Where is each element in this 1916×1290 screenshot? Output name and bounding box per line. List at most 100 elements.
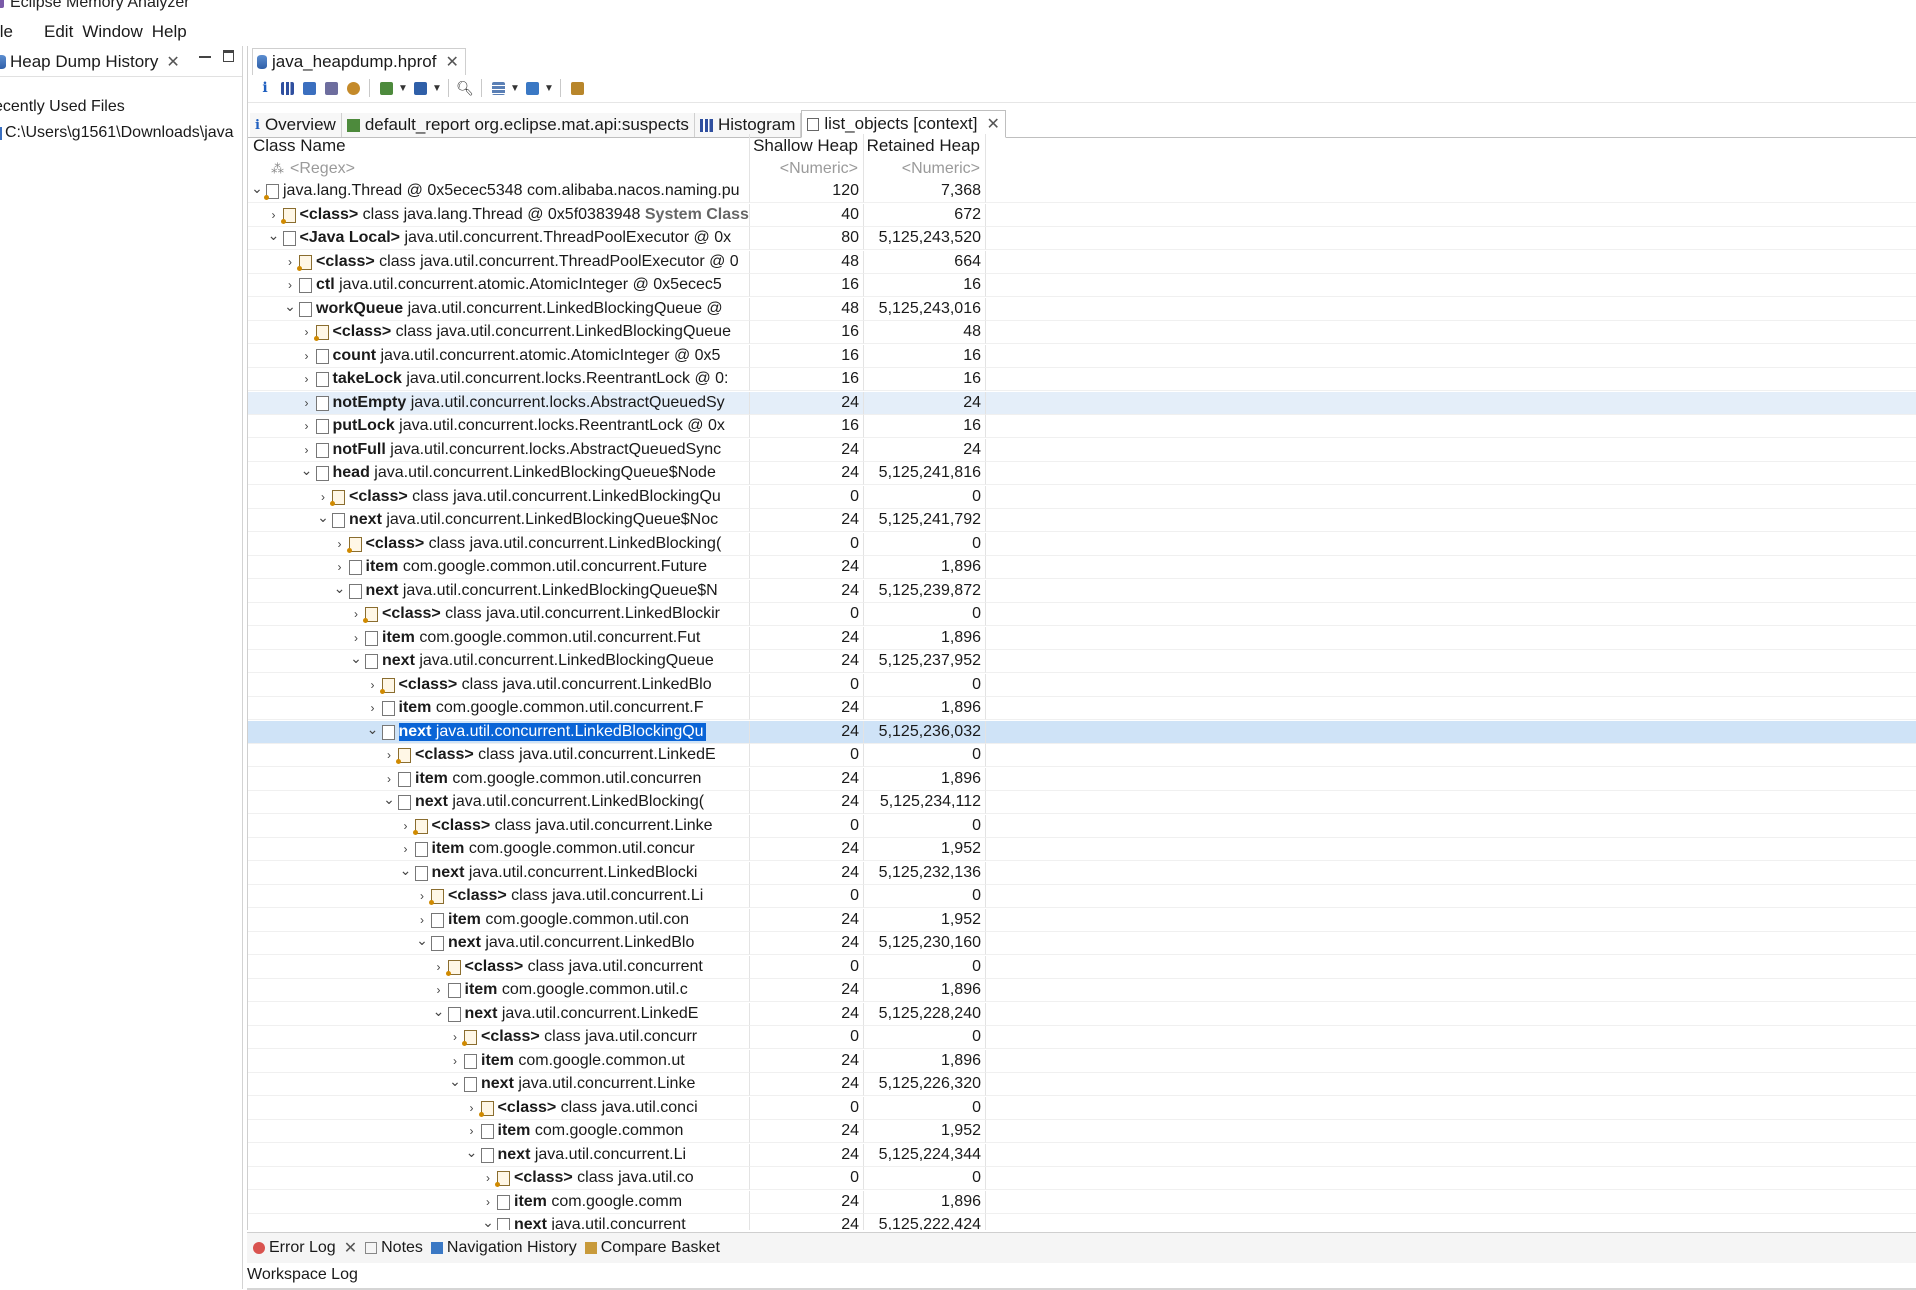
overview-button[interactable]: i [254,77,276,99]
run-report-dropdown[interactable]: ▼ [397,83,409,94]
chevron-right-icon[interactable]: › [333,560,347,574]
table-row[interactable]: › <class> class java.util.concurrent.Link… [248,674,1916,697]
table-row[interactable]: › notFull java.util.concurrent.locks.Abst… [248,439,1916,462]
table-row[interactable]: › <class> class java.lang.Thread @ 0x5f03… [248,204,1916,227]
table-row[interactable]: › item com.google.common.util.concur 24 1,9… [248,838,1916,861]
table-row[interactable]: › <class> class java.util.concurrent.Link… [248,533,1916,556]
column-header-shallow-heap[interactable]: Shallow Heap [750,134,864,158]
table-row[interactable]: › ctl java.util.concurrent.atomic.AtomicI… [248,274,1916,297]
chevron-right-icon[interactable]: › [300,372,314,386]
table-row[interactable]: › <class> class java.util.concurrent.Link… [248,321,1916,344]
table-row[interactable]: › <class> class java.util.concurr 0 0 [248,1026,1916,1049]
export-button[interactable] [521,77,543,99]
chevron-right-icon[interactable]: › [465,1101,479,1115]
table-row[interactable]: › <class> class java.util.concurrent.Link… [248,603,1916,626]
table-row[interactable]: ⌄ next java.util.concurrent.LinkedBlockin… [248,580,1916,603]
table-row[interactable]: › <class> class java.util.concurrent.Thre… [248,251,1916,274]
table-row[interactable]: ⌄ <Java Local> java.util.concurrent.Threa… [248,227,1916,250]
chevron-right-icon[interactable]: › [448,1030,462,1044]
table-row[interactable]: › <class> class java.util.concurrent.Link… [248,815,1916,838]
chevron-down-icon[interactable]: ⌄ [300,462,314,479]
query-browser-dropdown[interactable]: ▼ [431,83,443,94]
chevron-right-icon[interactable]: › [481,1171,495,1185]
table-row[interactable]: › count java.util.concurrent.atomic.Atomi… [248,345,1916,368]
dominator-tree-button[interactable] [298,77,320,99]
table-row[interactable]: ⌄ next java.util.concurrent.Li 24 5,125,224… [248,1144,1916,1167]
table-row[interactable]: › <class> class java.util.concurrent 0 0 [248,956,1916,979]
chevron-right-icon[interactable]: › [366,678,380,692]
recent-file-item[interactable]: C:\Users\g1561\Downloads\java [0,124,242,142]
table-row[interactable]: › <class> class java.util.co 0 0 [248,1167,1916,1190]
chevron-right-icon[interactable]: › [382,748,396,762]
table-row[interactable]: ⌄ next java.util.concurrent.LinkedBlockin… [248,721,1916,744]
maximize-icon[interactable] [223,50,234,62]
close-icon[interactable]: ✕ [986,114,999,134]
chevron-right-icon[interactable]: › [399,842,413,856]
table-row[interactable]: › <class> class java.util.conci 0 0 [248,1097,1916,1120]
chevron-right-icon[interactable]: › [267,208,281,222]
chevron-down-icon[interactable]: ⌄ [349,650,363,667]
table-row[interactable]: › <class> class java.util.concurrent.Link… [248,744,1916,767]
query-browser-button[interactable] [409,77,431,99]
chevron-right-icon[interactable]: › [300,396,314,410]
chevron-down-icon[interactable]: ⌄ [399,862,413,879]
chevron-right-icon[interactable]: › [300,419,314,433]
chevron-right-icon[interactable]: › [415,913,429,927]
chevron-right-icon[interactable]: › [481,1195,495,1209]
chevron-right-icon[interactable]: › [300,325,314,339]
table-row[interactable]: ⌄ next java.util.concurrent.LinkedBlockin… [248,650,1916,673]
chevron-down-icon[interactable]: ⌄ [465,1144,479,1161]
chevron-right-icon[interactable]: › [283,278,297,292]
tab-compare-basket[interactable]: Compare Basket [583,1239,726,1257]
chevron-down-icon[interactable]: ⌄ [316,509,330,526]
minimize-icon[interactable] [199,50,211,58]
chevron-right-icon[interactable]: › [432,960,446,974]
chevron-right-icon[interactable]: › [432,983,446,997]
chevron-down-icon[interactable]: ⌄ [267,227,281,244]
table-row[interactable]: › <class> class java.util.concurrent.Link… [248,486,1916,509]
table-row[interactable]: ⌄ head java.util.concurrent.LinkedBlockin… [248,462,1916,485]
chevron-down-icon[interactable]: ⌄ [283,298,297,315]
tab-heap-dump-history[interactable]: Heap Dump History ✕ [0,49,180,75]
chevron-right-icon[interactable]: › [448,1054,462,1068]
table-row[interactable]: ⌄ next java.util.concurrent.Linke 24 5,125,… [248,1073,1916,1096]
table-row[interactable]: › item com.google.common.util.con 24 1,952 [248,909,1916,932]
table-row[interactable]: ⌄ java.lang.Thread @ 0x5ecec5348 com.alib… [248,180,1916,203]
chevron-down-icon[interactable]: ⌄ [333,580,347,597]
chevron-right-icon[interactable]: › [465,1124,479,1138]
run-report-button[interactable] [375,77,397,99]
chevron-right-icon[interactable]: › [300,443,314,457]
tab-notes[interactable]: Notes [363,1239,429,1257]
tab-error-log[interactable]: Error Log ✕ [251,1238,363,1258]
column-header-class-name[interactable]: Class Name [248,134,750,158]
table-row[interactable]: ⌄ next java.util.concurrent.LinkedBlockin… [248,509,1916,532]
chevron-right-icon[interactable]: › [399,819,413,833]
chevron-down-icon[interactable]: ⌄ [382,791,396,808]
chevron-right-icon[interactable]: › [283,255,297,269]
class-name-filter[interactable]: ⁂ <Regex> [248,158,750,180]
table-row[interactable]: ⌄ workQueue java.util.concurrent.LinkedBl… [248,298,1916,321]
table-row[interactable]: ⌄ next java.util.concurrent.LinkedE 24 5,12… [248,1003,1916,1026]
chevron-down-icon[interactable]: ⌄ [448,1073,462,1090]
table-row[interactable]: › notEmpty java.util.concurrent.locks.Abs… [248,392,1916,415]
chevron-down-icon[interactable]: ⌄ [250,180,264,197]
retained-heap-filter[interactable]: <Numeric> [864,158,986,180]
tab-java-heapdump[interactable]: java_heapdump.hprof ✕ [252,48,466,75]
chevron-right-icon[interactable]: › [349,631,363,645]
menu-window[interactable]: Window [82,22,151,42]
chevron-right-icon[interactable]: › [349,607,363,621]
close-icon[interactable]: ✕ [445,52,458,72]
shallow-heap-filter[interactable]: <Numeric> [750,158,864,180]
thread-overview-button[interactable] [342,77,364,99]
table-row[interactable]: › item com.google.common.util.c 24 1,896 [248,979,1916,1002]
table-row[interactable]: › item com.google.common.util.concurrent.… [248,627,1916,650]
oql-button[interactable] [320,77,342,99]
tab-navigation-history[interactable]: Navigation History [429,1239,583,1257]
group-by-button[interactable] [487,77,509,99]
chevron-down-icon[interactable]: ⌄ [366,721,380,738]
table-row[interactable]: › <class> class java.util.concurrent.Li 0 0 [248,885,1916,908]
group-by-dropdown[interactable]: ▼ [509,83,521,94]
chevron-down-icon[interactable]: ⌄ [415,932,429,949]
search-button[interactable]: 🔍︎ [454,77,476,99]
table-row[interactable]: › item com.google.common.ut 24 1,896 [248,1050,1916,1073]
